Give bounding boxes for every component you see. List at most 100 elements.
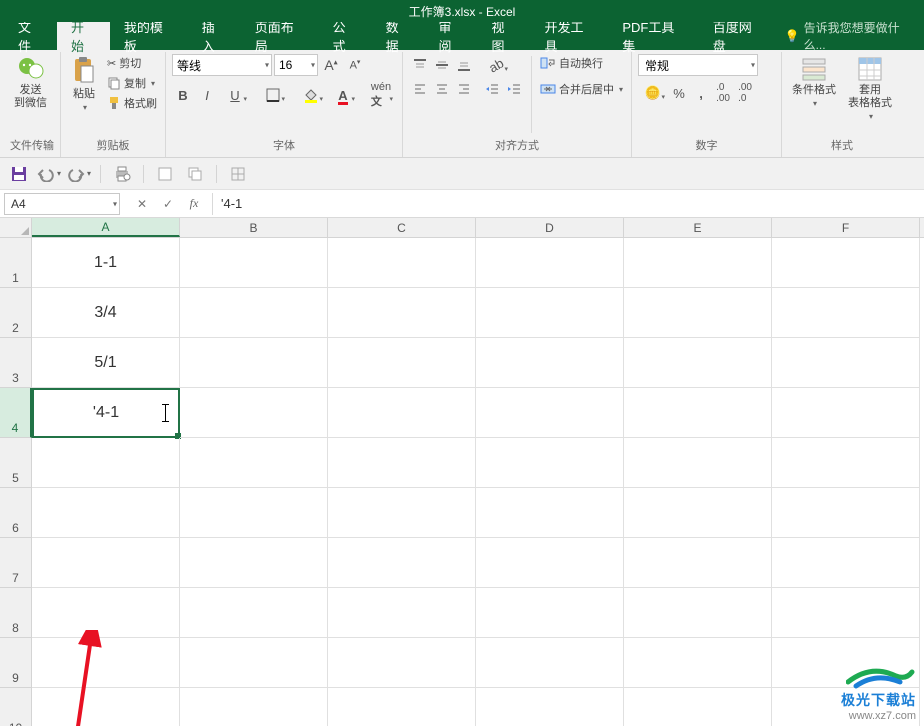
row-header-3[interactable]: 3 (0, 338, 32, 388)
tab-mytemplates[interactable]: 我的模板 (110, 22, 188, 50)
row-header-9[interactable]: 9 (0, 638, 32, 688)
worksheet-grid[interactable]: A B C D E F 11-1 23/4 35/1 4'4-1 5 6 7 8… (0, 218, 924, 726)
font-size-combo[interactable]: 16▾ (274, 54, 318, 76)
cell-A6[interactable] (32, 488, 180, 538)
cell-E4[interactable] (624, 388, 772, 438)
cell-D3[interactable] (476, 338, 624, 388)
cell-B10[interactable] (180, 688, 328, 726)
qat-misc-2-button[interactable] (182, 162, 208, 186)
name-box[interactable]: A4▾ (4, 193, 120, 215)
col-header-E[interactable]: E (624, 218, 772, 237)
align-top-button[interactable] (409, 54, 431, 76)
row-header-2[interactable]: 2 (0, 288, 32, 338)
cancel-edit-button[interactable]: ✕ (130, 194, 154, 214)
cell-F8[interactable] (772, 588, 920, 638)
confirm-edit-button[interactable]: ✓ (156, 194, 180, 214)
cell-B3[interactable] (180, 338, 328, 388)
cell-A9[interactable] (32, 638, 180, 688)
qat-misc-1-button[interactable] (152, 162, 178, 186)
cell-D2[interactable] (476, 288, 624, 338)
tab-baidupan[interactable]: 百度网盘 (699, 22, 777, 50)
cell-C3[interactable] (328, 338, 476, 388)
print-preview-button[interactable] (109, 162, 135, 186)
tab-data[interactable]: 数据 (372, 22, 425, 50)
fill-color-button[interactable] (296, 84, 326, 106)
cell-B9[interactable] (180, 638, 328, 688)
undo-button[interactable]: ▾ (36, 162, 62, 186)
align-left-button[interactable] (409, 78, 431, 100)
cell-C4[interactable] (328, 388, 476, 438)
increase-decimal-button[interactable]: .0.00 (712, 82, 734, 104)
cell-D4[interactable] (476, 388, 624, 438)
align-right-button[interactable] (453, 78, 475, 100)
cell-E5[interactable] (624, 438, 772, 488)
align-center-button[interactable] (431, 78, 453, 100)
cell-F5[interactable] (772, 438, 920, 488)
cell-D10[interactable] (476, 688, 624, 726)
cell-A4[interactable]: '4-1 (32, 388, 180, 438)
row-header-4[interactable]: 4 (0, 388, 32, 438)
tell-me-search[interactable]: 💡 告诉我您想要做什么... (777, 22, 924, 50)
table-format-button[interactable]: 套用表格格式▾ (844, 54, 896, 123)
tab-home[interactable]: 开始 (57, 22, 110, 50)
cell-F10[interactable] (772, 688, 920, 726)
cell-E3[interactable] (624, 338, 772, 388)
cell-E9[interactable] (624, 638, 772, 688)
qat-misc-3-button[interactable] (225, 162, 251, 186)
cell-C2[interactable] (328, 288, 476, 338)
underline-button[interactable]: U (220, 84, 250, 106)
row-header-1[interactable]: 1 (0, 238, 32, 288)
tab-review[interactable]: 审阅 (425, 22, 478, 50)
orientation-button[interactable]: ab (481, 54, 511, 76)
tab-view[interactable]: 视图 (478, 22, 531, 50)
cell-F3[interactable] (772, 338, 920, 388)
tab-insert[interactable]: 插入 (188, 22, 241, 50)
cell-D7[interactable] (476, 538, 624, 588)
cell-B8[interactable] (180, 588, 328, 638)
tab-pdftools[interactable]: PDF工具集 (608, 22, 698, 50)
col-header-A[interactable]: A (32, 218, 180, 237)
bold-button[interactable]: B (172, 84, 194, 106)
comma-button[interactable]: , (690, 82, 712, 104)
col-header-F[interactable]: F (772, 218, 920, 237)
cell-F1[interactable] (772, 238, 920, 288)
cell-B1[interactable] (180, 238, 328, 288)
phonetic-guide-button[interactable]: wén文 (366, 84, 396, 106)
cell-C10[interactable] (328, 688, 476, 726)
save-button[interactable] (6, 162, 32, 186)
increase-font-button[interactable]: A▴ (320, 54, 342, 76)
tab-formulas[interactable]: 公式 (319, 22, 372, 50)
cell-D6[interactable] (476, 488, 624, 538)
merge-center-button[interactable]: 合并后居中▾ (538, 80, 625, 98)
paste-button[interactable]: 粘贴 ▾ (67, 54, 101, 114)
cut-button[interactable]: ✂剪切 (105, 54, 159, 72)
col-header-B[interactable]: B (180, 218, 328, 237)
redo-button[interactable]: ▾ (66, 162, 92, 186)
tab-pagelayout[interactable]: 页面布局 (241, 22, 319, 50)
cell-C9[interactable] (328, 638, 476, 688)
cell-E6[interactable] (624, 488, 772, 538)
row-header-7[interactable]: 7 (0, 538, 32, 588)
col-header-D[interactable]: D (476, 218, 624, 237)
cell-F6[interactable] (772, 488, 920, 538)
cell-C8[interactable] (328, 588, 476, 638)
cell-E1[interactable] (624, 238, 772, 288)
insert-function-button[interactable]: fx (182, 194, 206, 214)
send-to-wechat-button[interactable]: 发送到微信 (10, 54, 51, 112)
cell-F9[interactable] (772, 638, 920, 688)
cell-A5[interactable] (32, 438, 180, 488)
cell-F2[interactable] (772, 288, 920, 338)
copy-button[interactable]: 复制▾ (105, 74, 159, 92)
tab-developer[interactable]: 开发工具 (530, 22, 608, 50)
cell-D9[interactable] (476, 638, 624, 688)
cell-A7[interactable] (32, 538, 180, 588)
wrap-text-button[interactable]: 自动换行 (538, 54, 625, 72)
select-all-corner[interactable] (0, 218, 32, 237)
format-painter-button[interactable]: 格式刷 (105, 94, 159, 112)
cell-C7[interactable] (328, 538, 476, 588)
cell-B4[interactable] (180, 388, 328, 438)
col-header-C[interactable]: C (328, 218, 476, 237)
cell-E10[interactable] (624, 688, 772, 726)
align-bottom-button[interactable] (453, 54, 475, 76)
conditional-format-button[interactable]: 条件格式▾ (788, 54, 840, 110)
